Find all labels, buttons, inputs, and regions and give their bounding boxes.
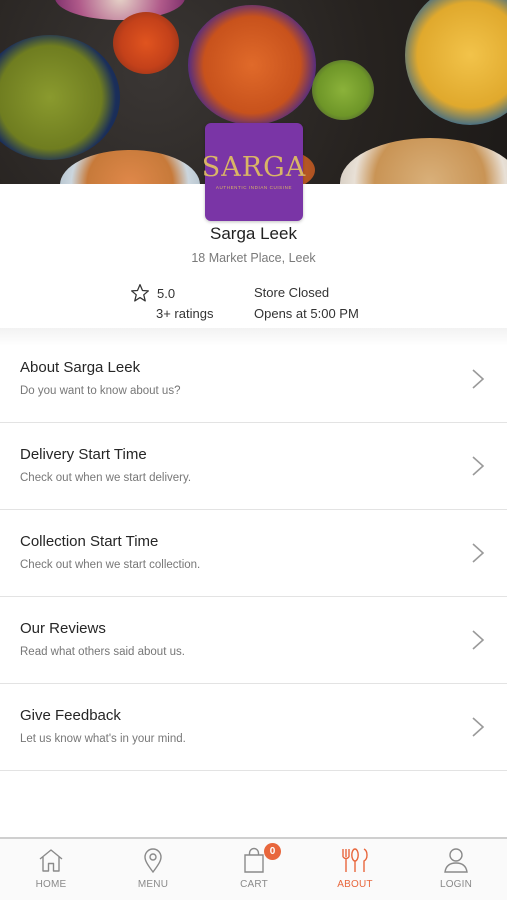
menu-item-delivery-start-time[interactable]: Delivery Start Time Check out when we st… <box>0 423 507 510</box>
chevron-right-icon <box>472 456 485 476</box>
menu-item-subtitle: Check out when we start collection. <box>20 559 201 571</box>
menu-item-subtitle: Check out when we start delivery. <box>20 472 192 484</box>
tab-cart[interactable]: 0 CART <box>214 843 294 890</box>
fork-knife-icon <box>342 848 368 872</box>
location-pin-icon <box>144 848 162 874</box>
store-status: Store Closed <box>254 285 330 300</box>
store-address: 18 Market Place, Leek <box>191 251 316 265</box>
tab-label: ABOUT <box>337 879 373 890</box>
logo-tagline: AUTHENTIC INDIAN CUISINE <box>215 185 293 190</box>
cart-count-badge: 0 <box>264 843 281 860</box>
opening-time: Opens at 5:00 PM <box>254 306 359 321</box>
menu-item-subtitle: Read what others said about us. <box>20 646 185 658</box>
chevron-right-icon <box>472 369 485 389</box>
tab-label: CART <box>240 879 268 890</box>
menu-item-title: Give Feedback <box>20 707 121 724</box>
chevron-right-icon <box>472 543 485 563</box>
tab-about[interactable]: ABOUT <box>315 845 395 890</box>
user-icon <box>444 848 468 873</box>
logo-wordmark: SARGA <box>201 152 307 183</box>
store-name: Sarga Leek <box>210 224 297 243</box>
menu-item-title: Delivery Start Time <box>20 446 147 463</box>
star-icon <box>131 284 149 302</box>
rating: 5.0 <box>130 283 175 303</box>
tab-menu[interactable]: MENU <box>113 845 193 890</box>
tab-label: HOME <box>35 879 67 890</box>
chevron-right-icon <box>472 630 485 650</box>
menu-item-about[interactable]: About Sarga Leek Do you want to know abo… <box>0 336 507 423</box>
menu-item-title: About Sarga Leek <box>20 359 141 376</box>
tab-label: MENU <box>137 879 169 890</box>
menu-item-give-feedback[interactable]: Give Feedback Let us know what's in your… <box>0 684 507 771</box>
menu-item-subtitle: Do you want to know about us? <box>20 385 181 397</box>
tab-login[interactable]: LOGIN <box>416 845 496 890</box>
menu-item-title: Collection Start Time <box>20 533 159 550</box>
about-menu-list: About Sarga Leek Do you want to know abo… <box>0 336 507 771</box>
menu-item-title: Our Reviews <box>20 620 106 637</box>
menu-item-subtitle: Let us know what's in your mind. <box>20 733 186 745</box>
menu-item-our-reviews[interactable]: Our Reviews Read what others said about … <box>0 597 507 684</box>
restaurant-logo: SARGA AUTHENTIC INDIAN CUISINE <box>201 123 307 221</box>
tab-home[interactable]: HOME <box>11 845 91 890</box>
tab-label: LOGIN <box>439 879 473 890</box>
menu-item-collection-start-time[interactable]: Collection Start Time Check out when we … <box>0 510 507 597</box>
home-icon <box>39 849 63 872</box>
rating-value: 5.0 <box>157 285 176 301</box>
bottom-tab-bar: HOME MENU 0 CART ABOUT LOGIN <box>0 837 507 900</box>
rating-count: 3+ ratings <box>156 306 214 321</box>
chevron-right-icon <box>472 717 485 737</box>
